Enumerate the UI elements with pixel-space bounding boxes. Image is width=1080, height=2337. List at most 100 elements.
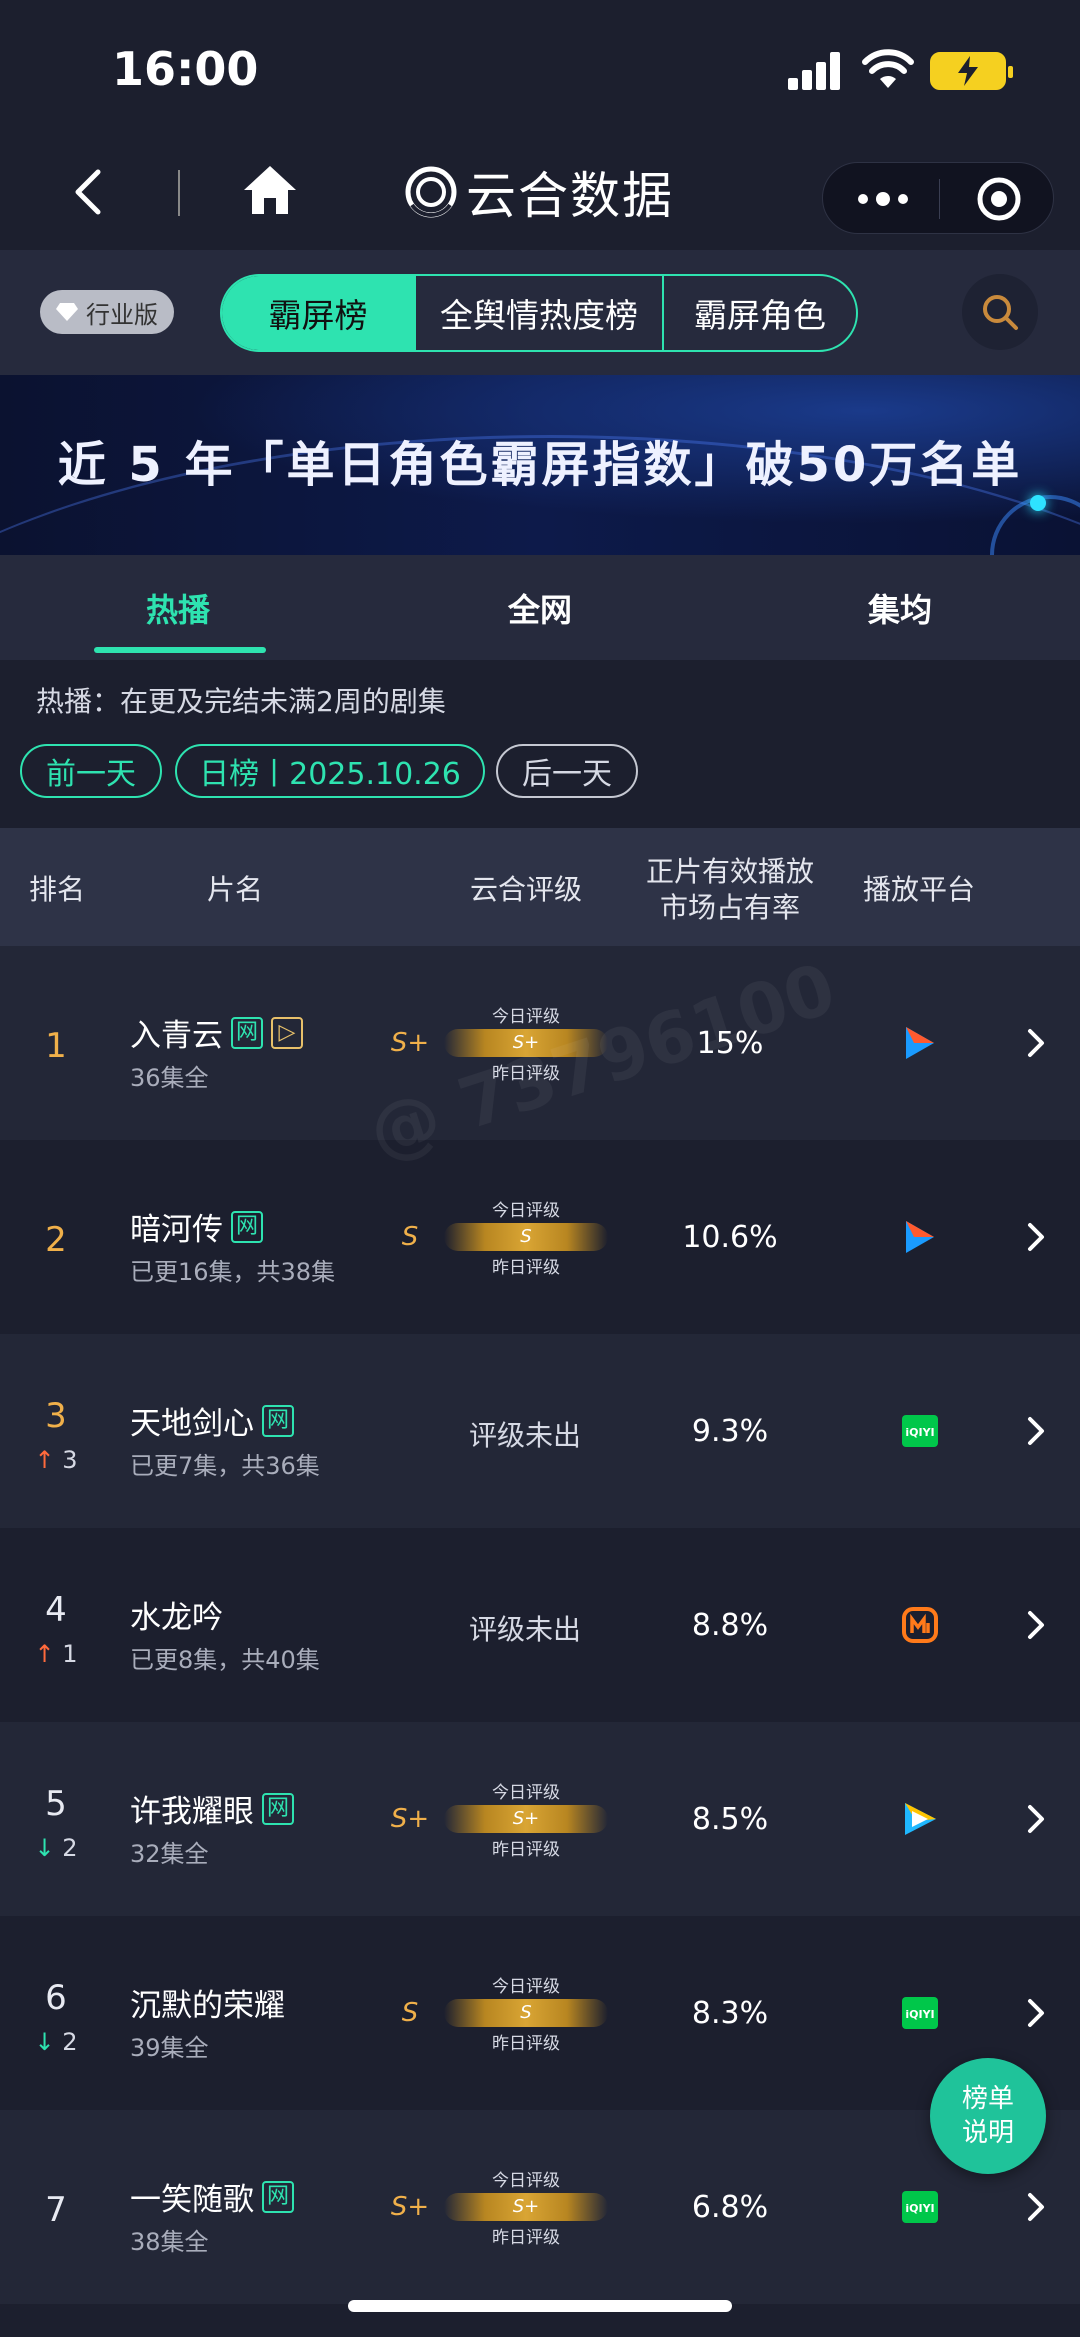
cellular-signal-icon xyxy=(788,52,844,90)
web-tag: 网 xyxy=(262,1404,295,1437)
episode-status: 36集全 xyxy=(130,1064,209,1092)
show-title-wrap: 水龙吟 xyxy=(130,1592,223,1637)
show-title: 沉默的荣耀 xyxy=(130,1988,285,2024)
gauge-today-label: 今日评级 xyxy=(492,2171,560,2191)
chevron-right-icon[interactable] xyxy=(1024,1413,1048,1449)
rank-number: 2 xyxy=(45,1220,67,1260)
header-share-line1: 正片有效播放 xyxy=(645,855,814,888)
gauge-today-label: 今日评级 xyxy=(492,1783,560,1803)
youku-icon xyxy=(900,1217,940,1257)
rank-change: ↓ 2 xyxy=(20,2028,92,2056)
show-title: 许我耀眼 xyxy=(130,1794,254,1830)
show-title-wrap: 暗河传网 xyxy=(130,1204,264,1249)
industry-edition-label: 行业版 xyxy=(86,300,158,329)
table-row[interactable]: 6 ↓ 2 沉默的荣耀 39集全 S 今日评级 S 昨日评级 8.3% iQIYI xyxy=(0,1916,1080,2110)
segment-ba-ping-bang[interactable]: 霸屏榜 xyxy=(222,276,416,350)
show-title: 水龙吟 xyxy=(130,1600,223,1636)
wifi-icon xyxy=(862,49,914,88)
rank-number: 6 xyxy=(45,1978,67,2018)
rank-number: 1 xyxy=(45,1026,67,1066)
show-title: 一笑随歌 xyxy=(130,2182,254,2218)
table-row[interactable]: 4 ↑ 1 水龙吟已更8集，共40集 评级未出 8.8% xyxy=(0,1528,1080,1722)
mini-program-capsule xyxy=(822,162,1054,234)
web-tag: 网 xyxy=(262,1792,295,1825)
chevron-right-icon[interactable] xyxy=(1024,1025,1048,1061)
header-title: 片名 xyxy=(206,873,263,906)
active-tab-indicator xyxy=(94,647,266,653)
industry-edition-badge[interactable]: 行业版 xyxy=(40,290,174,334)
chevron-right-icon[interactable] xyxy=(1024,2189,1048,2225)
table-row[interactable]: 7 一笑随歌网 38集全 S+ 今日评级 S+ 昨日评级 6.8% iQIYI xyxy=(0,2110,1080,2304)
search-icon xyxy=(983,295,1018,330)
rank-change-arrow-up-icon: ↑ xyxy=(34,1640,55,1668)
next-day-button[interactable]: 后一天 xyxy=(496,744,638,798)
tab-per-episode[interactable]: 集均 xyxy=(868,585,932,631)
web-tag: 网 xyxy=(262,2180,295,2213)
close-target-icon[interactable] xyxy=(975,175,1023,223)
gauge-bar: S xyxy=(444,1223,608,1251)
rating-gauge: 今日评级 S 昨日评级 xyxy=(444,1196,608,1278)
brand: 云合数据 xyxy=(404,160,674,225)
rank-number: 5 xyxy=(45,1784,67,1824)
rating-grade: S+ xyxy=(390,2192,430,2222)
search-button[interactable] xyxy=(962,274,1038,350)
svg-text:iQIYI: iQIYI xyxy=(905,2202,934,2215)
market-share: 8.8% xyxy=(691,1608,769,1643)
episode-status: 已更8集，共40集 xyxy=(130,1646,320,1674)
rating-pending: 评级未出 xyxy=(468,1613,581,1646)
gauge-yesterday-label: 昨日评级 xyxy=(492,2034,560,2054)
home-indicator xyxy=(348,2300,732,2312)
show-title-wrap: 一笑随歌网 xyxy=(130,2174,295,2219)
home-icon[interactable] xyxy=(240,160,300,220)
more-icon[interactable] xyxy=(853,181,913,217)
rank-change-value: 2 xyxy=(62,1834,78,1862)
gauge-yesterday-label: 昨日评级 xyxy=(492,1840,560,1860)
rank-change-arrow-up-icon: ↑ xyxy=(34,1446,55,1474)
svg-text:iQIYI: iQIYI xyxy=(905,2008,934,2021)
table-row[interactable]: 3 ↑ 3 天地剑心网已更7集，共36集 评级未出 9.3% iQIYI xyxy=(0,1334,1080,1528)
table-row[interactable]: 5 ↓ 2 许我耀眼网 32集全 S+ 今日评级 S+ 昨日评级 8.5% xyxy=(0,1722,1080,1916)
header-share-line2: 市场占有率 xyxy=(659,891,800,924)
chevron-right-icon[interactable] xyxy=(1024,1607,1048,1643)
diamond-icon xyxy=(56,303,78,321)
show-title: 天地剑心 xyxy=(130,1406,254,1442)
chevron-right-icon[interactable] xyxy=(1024,1801,1048,1837)
nav-divider xyxy=(178,170,180,216)
list-description: 热播：在更及完结未满2周的剧集 xyxy=(36,685,446,718)
category-tabs: 热播 全网 集均 xyxy=(0,555,1080,660)
capsule-divider xyxy=(939,179,940,219)
episode-status: 38集全 xyxy=(130,2228,209,2256)
segment-quan-yu-qing[interactable]: 全舆情热度榜 xyxy=(416,276,664,350)
chevron-right-icon[interactable] xyxy=(1024,1219,1048,1255)
tab-hot-airing[interactable]: 热播 xyxy=(146,585,210,631)
show-title-wrap: 沉默的荣耀 xyxy=(130,1980,285,2025)
tab-all-network[interactable]: 全网 xyxy=(508,585,572,631)
rank-change-value: 1 xyxy=(62,1640,78,1668)
rank-number: 4 xyxy=(45,1590,67,1630)
chevron-right-icon[interactable] xyxy=(1024,1995,1048,2031)
nav-bar: 云合数据 xyxy=(0,140,1080,250)
show-title: 暗河传 xyxy=(130,1212,223,1248)
rank-change-arrow-down-icon: ↓ xyxy=(34,1834,55,1862)
episode-status: 32集全 xyxy=(130,1840,209,1868)
iqiyi-icon: iQIYI xyxy=(900,1411,940,1451)
rating-grade: S xyxy=(401,1222,419,1252)
status-bar: 16:00 xyxy=(0,0,1080,140)
date-selector[interactable]: 日榜丨2025.10.26 xyxy=(175,744,485,798)
market-share: 8.5% xyxy=(691,1802,769,1837)
show-title: 入青云 xyxy=(130,1018,223,1054)
previous-day-button[interactable]: 前一天 xyxy=(20,744,162,798)
rank-change-arrow-down-icon: ↓ xyxy=(34,2028,55,2056)
episode-status: 已更16集，共38集 xyxy=(130,1258,336,1286)
promo-banner[interactable]: 近 5 年「单日角色霸屏指数」破50万名单 xyxy=(0,375,1080,555)
svg-text:iQIYI: iQIYI xyxy=(905,1426,934,1439)
rating-pending: 评级未出 xyxy=(468,1419,581,1452)
vip-tag: ▷ xyxy=(271,1016,304,1049)
segment-ba-ping-jue-se[interactable]: 霸屏角色 xyxy=(664,276,856,350)
table-row[interactable]: 2 暗河传网已更16集，共38集 S 今日评级 S 昨日评级 10.6% xyxy=(0,1140,1080,1334)
list-explanation-button[interactable]: 榜单 说明 xyxy=(930,2058,1046,2174)
rank-change: ↑ 1 xyxy=(20,1640,92,1668)
back-icon[interactable] xyxy=(60,162,120,222)
gauge-bar: S xyxy=(444,1999,608,2027)
rating-gauge: 今日评级 S+ 昨日评级 xyxy=(444,2166,608,2248)
